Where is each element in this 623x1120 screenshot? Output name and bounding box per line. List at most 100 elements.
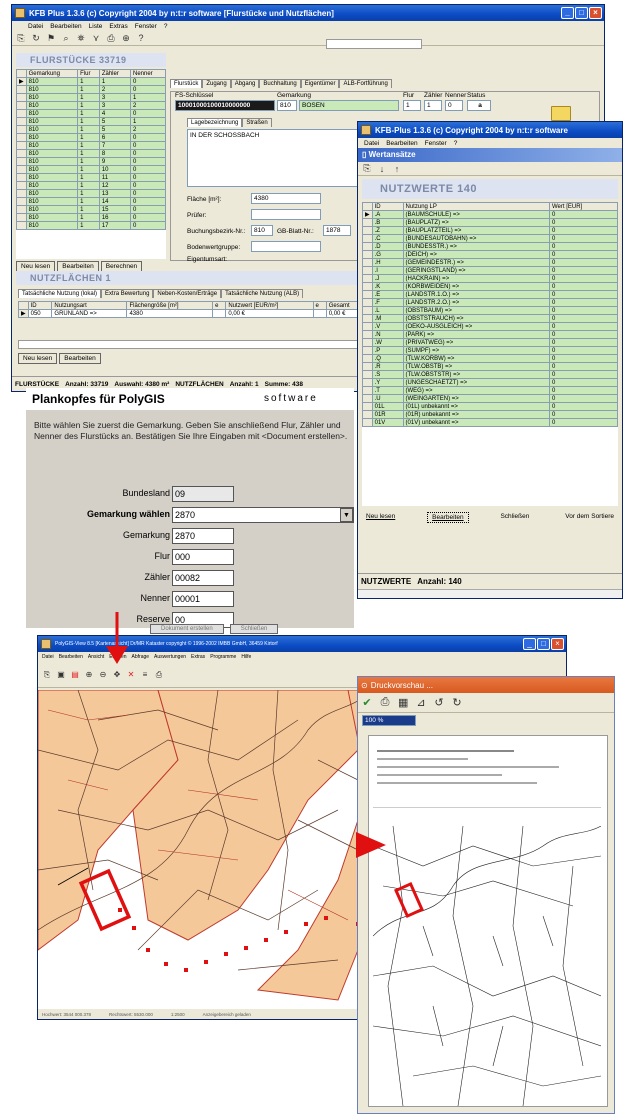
table-row[interactable]: .U (WEINGARTEN) => 0 <box>362 394 618 403</box>
menu-item[interactable]: Extras <box>109 23 127 30</box>
plankopf-tool-icon[interactable]: ▤ <box>70 670 80 679</box>
minimize-button[interactable]: _ <box>523 638 536 650</box>
tab[interactable]: Extra Bewertung <box>101 289 154 298</box>
bodenwert-field[interactable] <box>251 241 321 252</box>
action-button[interactable]: Neu lesen <box>18 353 58 364</box>
table-row[interactable]: 01R (01R) unbekannt => 0 <box>362 410 618 419</box>
zoom-select[interactable]: 100 % <box>362 715 416 726</box>
zoom-out-icon[interactable]: ⊖ <box>98 670 108 679</box>
subtab[interactable]: Straßen <box>242 118 272 127</box>
table-row[interactable]: 810 1 15 0 <box>16 205 166 214</box>
status-field[interactable]: a <box>467 100 491 111</box>
action-button[interactable]: Schließen <box>496 512 534 523</box>
table-row[interactable]: .P (SUMPF) => 0 <box>362 346 618 355</box>
table-row[interactable]: .Y (UNGESCHAETZT) => 0 <box>362 378 618 387</box>
maximize-button[interactable]: □ <box>537 638 550 650</box>
field-input[interactable]: 09 <box>172 486 234 502</box>
column-header[interactable]: Nutzung LP <box>402 202 550 211</box>
tab[interactable]: ALB-Fortführung <box>339 79 392 88</box>
flag-icon[interactable]: ⚑ <box>46 33 56 44</box>
menu-item[interactable]: Bearbeiten <box>59 654 83 660</box>
menu-item[interactable]: Datei <box>42 654 54 660</box>
table-row[interactable]: .G (DEICH) => 0 <box>362 250 618 259</box>
search-icon[interactable]: ⌕ <box>61 33 71 44</box>
table-row[interactable]: .F (LANDSTR.2.O.) => 0 <box>362 298 618 307</box>
nenner-field[interactable]: 0 <box>445 100 463 111</box>
confirm-check-icon[interactable]: ✔ <box>362 696 372 709</box>
table-row[interactable]: 810 1 14 0 <box>16 197 166 206</box>
column-header[interactable]: e <box>212 301 227 310</box>
table-row[interactable]: 810 1 17 0 <box>16 221 166 230</box>
table-row[interactable]: .B (BAUPLATZ) => 0 <box>362 218 618 227</box>
table-row[interactable]: .N (PARK) => 0 <box>362 330 618 339</box>
menu-item[interactable]: ? <box>454 140 458 147</box>
pan-icon[interactable]: ✥ <box>112 670 122 679</box>
table-row[interactable]: .J (HACKRAIN) => 0 <box>362 274 618 283</box>
column-header[interactable]: Gemarkung <box>25 69 79 78</box>
table-row[interactable]: .Z (BAUPLATZTEIL) => 0 <box>362 226 618 235</box>
field-input[interactable]: 2870 <box>172 528 234 544</box>
kfb-main-titlebar[interactable]: KFB Plus 1.3.6 (c) Copyright 2004 by n:t… <box>12 5 604 21</box>
action-button[interactable]: Dokument erstellen <box>150 624 224 634</box>
table-row[interactable]: .L (OBSTBAUM) => 0 <box>362 306 618 315</box>
flur-field[interactable]: 1 <box>403 100 421 111</box>
menu-item[interactable]: Hilfe <box>241 654 251 660</box>
rotate-left-icon[interactable]: ↺ <box>434 696 444 709</box>
open-icon[interactable]: ⎘ <box>362 163 372 174</box>
action-button[interactable]: Neu lesen <box>362 512 400 523</box>
menu-item[interactable]: Programme <box>210 654 236 660</box>
rotate-right-icon[interactable]: ↻ <box>452 696 462 709</box>
action-button[interactable]: Bearbeiten <box>59 353 101 364</box>
action-button[interactable]: Bearbeiten <box>427 512 469 523</box>
filter-icon[interactable]: ⋎ <box>91 33 101 44</box>
column-header[interactable]: Flur <box>77 69 100 78</box>
table-row[interactable]: 810 1 9 0 <box>16 157 166 166</box>
print-preview-titlebar[interactable]: ⊙ Druckvorschau ... <box>358 677 614 693</box>
table-row[interactable]: 810 1 7 0 <box>16 141 166 150</box>
close-button[interactable]: × <box>551 638 564 650</box>
buchung-field[interactable]: 810 <box>251 225 273 236</box>
tab[interactable]: Tatsächliche Nutzung (lokal) <box>18 289 102 298</box>
column-header[interactable]: e <box>312 301 327 310</box>
table-row[interactable]: 810 1 2 0 <box>16 85 166 94</box>
table-row[interactable]: ▶ .A (BAUMSCHULE) => 0 <box>362 210 618 219</box>
action-button[interactable]: Vor dem Sortiere <box>561 512 618 523</box>
gemarkung-name-field[interactable]: BOSEN <box>299 100 399 111</box>
column-header[interactable]: Nutzwert [EUR/m²] <box>225 301 314 310</box>
wertansaetze-hscroll[interactable] <box>358 589 622 598</box>
menu-item[interactable]: Bearbeiten <box>386 140 417 147</box>
table-row[interactable]: 810 1 3 2 <box>16 101 166 110</box>
table-row[interactable]: 810 1 6 0 <box>16 133 166 142</box>
sort-descending-icon[interactable]: ↑ <box>392 164 402 174</box>
field-input[interactable]: 00001 <box>172 591 234 607</box>
open-icon[interactable]: ⎘ <box>16 33 26 44</box>
table-row[interactable]: 01L (01L) unbekannt => 0 <box>362 402 618 411</box>
tab[interactable]: Zugang <box>202 79 231 88</box>
table-row[interactable]: 810 1 16 0 <box>16 213 166 222</box>
record-scrollbar[interactable] <box>326 39 422 49</box>
delete-icon[interactable]: ✕ <box>126 670 136 679</box>
tab[interactable]: Flurstück <box>170 79 203 88</box>
table-row[interactable]: .K (KORBWEIDEN) => 0 <box>362 282 618 291</box>
table-row[interactable]: .I (GERINGSTLAND) => 0 <box>362 266 618 275</box>
menu-item[interactable]: Datei <box>28 23 43 30</box>
zoom-in-icon[interactable]: ⊕ <box>84 670 94 679</box>
column-header[interactable]: Zähler <box>98 69 132 78</box>
column-header[interactable]: Wert [EUR] <box>548 202 618 211</box>
gemarkung-select[interactable]: 2870 <box>172 507 354 523</box>
action-button[interactable]: Schließen <box>229 624 279 634</box>
table-row[interactable]: 810 1 13 0 <box>16 189 166 198</box>
pruefer-field[interactable] <box>251 209 321 220</box>
help-icon[interactable]: ? <box>136 33 146 43</box>
table-row[interactable]: 810 1 8 0 <box>16 149 166 158</box>
table-row[interactable]: 810 1 11 0 <box>16 173 166 182</box>
table-row[interactable]: 810 1 3 1 <box>16 93 166 102</box>
nutz-scrollbar[interactable] <box>18 340 368 349</box>
sort-ascending-icon[interactable]: ↓ <box>377 164 387 174</box>
zaehler-field[interactable]: 1 <box>424 100 442 111</box>
layers-icon[interactable]: ≡ <box>140 670 150 679</box>
column-header[interactable]: Flächengröße [m²] <box>126 301 214 310</box>
minimize-button[interactable]: _ <box>561 7 574 19</box>
tab[interactable]: Tatsächliche Nutzung (ALB) <box>221 289 304 298</box>
table-row[interactable]: .M (OBSTSTRAUCH) => 0 <box>362 314 618 323</box>
